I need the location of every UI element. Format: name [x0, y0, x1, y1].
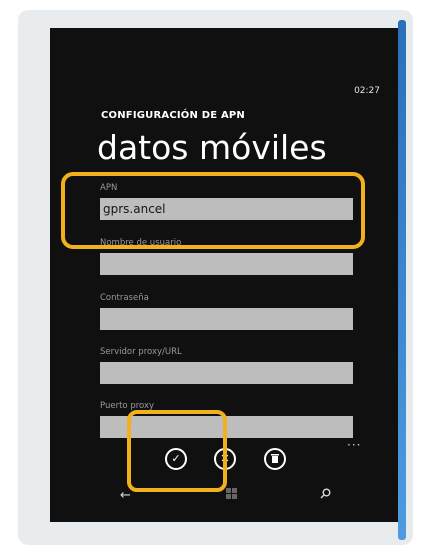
page-title: datos móviles: [97, 128, 327, 167]
more-options-button[interactable]: ···: [347, 438, 361, 452]
proxy-url-label: Servidor proxy/URL: [100, 347, 182, 357]
back-icon[interactable]: ←: [120, 488, 131, 503]
page-subtitle: CONFIGURACIÓN DE APN: [101, 110, 245, 121]
windows-icon[interactable]: [226, 488, 237, 503]
password-label: Contraseña: [100, 293, 149, 303]
search-icon[interactable]: [320, 488, 331, 503]
proxy-url-field[interactable]: [100, 362, 353, 384]
username-field[interactable]: [100, 253, 353, 275]
check-highlight-outline: [127, 410, 227, 492]
apn-highlight-outline: [61, 172, 365, 249]
password-field[interactable]: [100, 308, 353, 330]
delete-icon[interactable]: [264, 448, 286, 470]
phone-screen: 02:27 CONFIGURACIÓN DE APN datos móviles…: [50, 28, 398, 522]
status-time: 02:27: [354, 86, 380, 96]
card-edge-accent: [398, 20, 406, 540]
